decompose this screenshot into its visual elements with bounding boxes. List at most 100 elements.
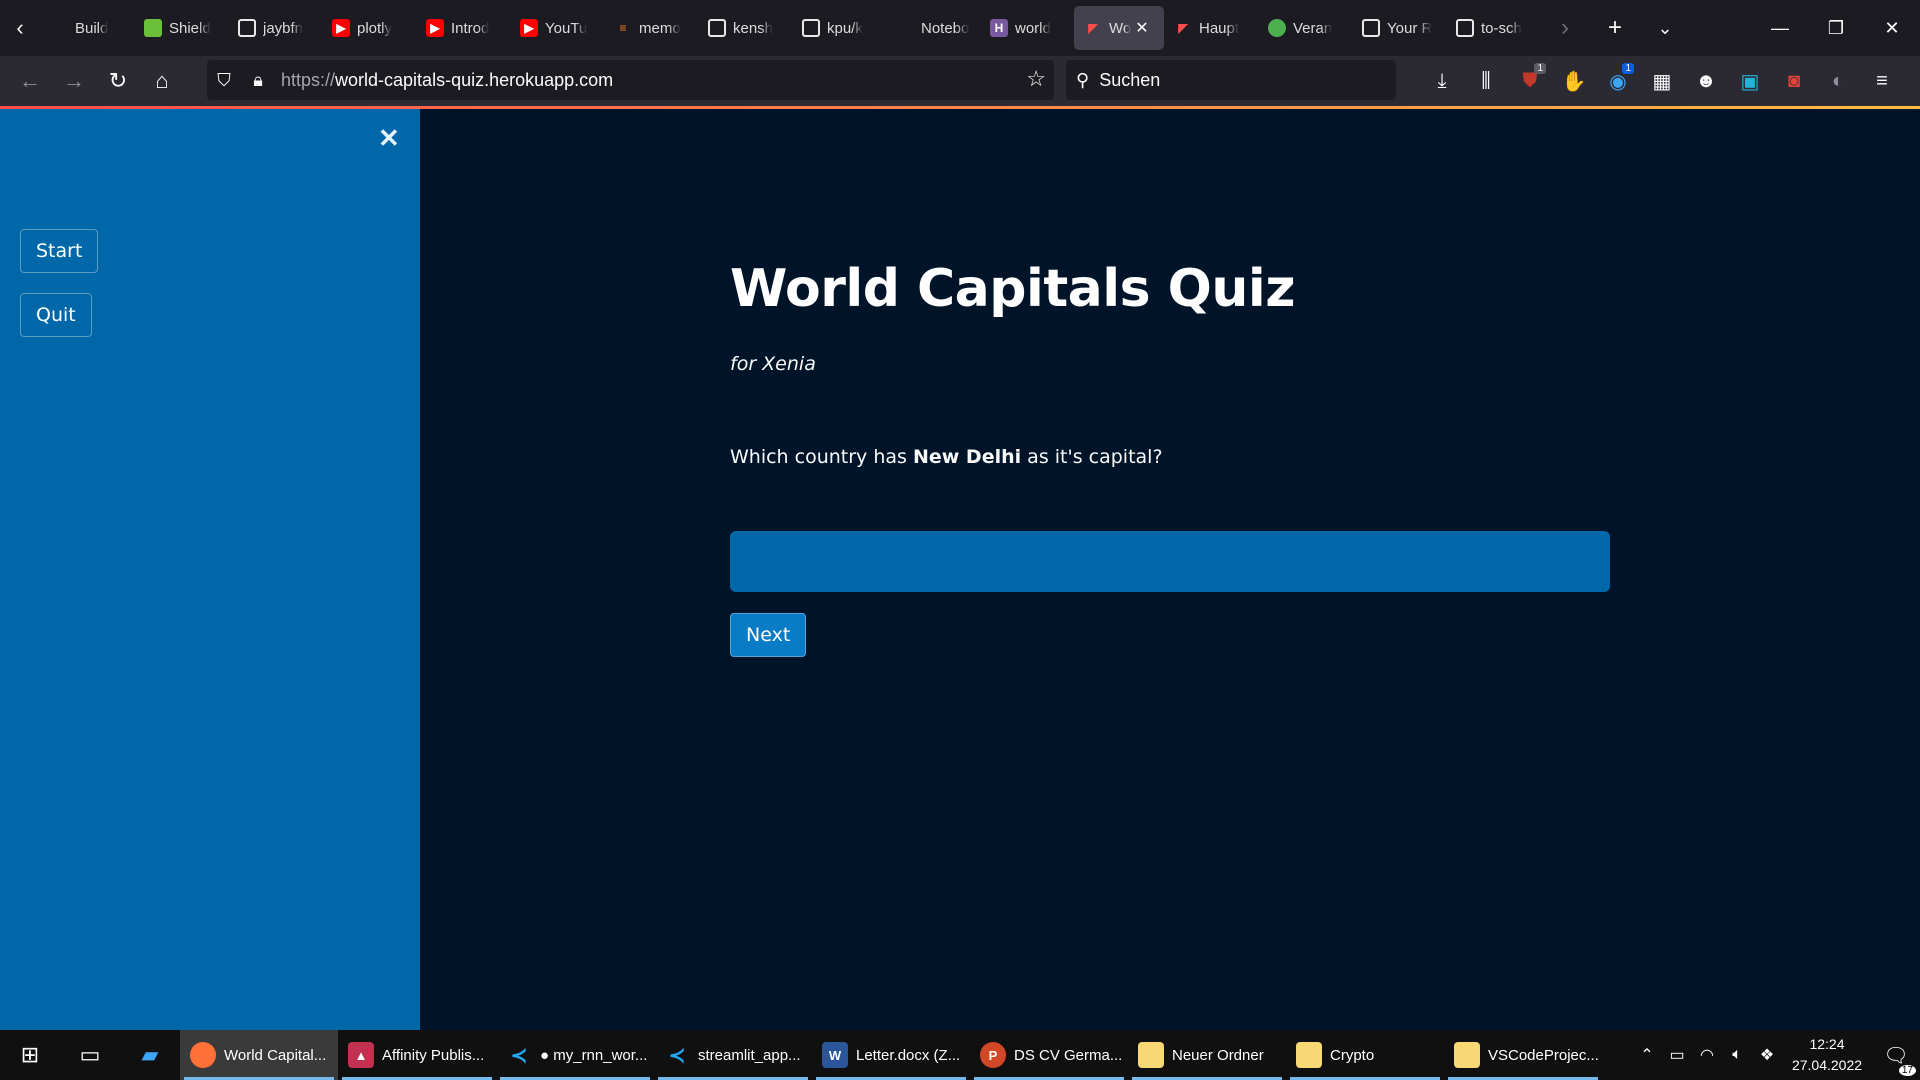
toolbar-extensions: ⤓ ⫼ ⛊ 1 ✋ ◉ 1 ▦ ☻ ▣ ◙ ◐ ≡ bbox=[1420, 56, 1904, 106]
home-icon[interactable]: ⌂ bbox=[140, 61, 184, 101]
taskbar-app-affinity[interactable]: ▲ Affinity Publis... bbox=[338, 1030, 496, 1080]
github-icon bbox=[1362, 19, 1380, 37]
library-icon[interactable]: ⫼ bbox=[1464, 61, 1508, 101]
github-icon bbox=[802, 19, 820, 37]
list-all-tabs-icon[interactable]: ⌄ bbox=[1640, 0, 1690, 56]
tab-to-sch[interactable]: to-sch bbox=[1446, 6, 1540, 50]
taskbar-app-vscode-rnn[interactable]: ≺ ● my_rnn_wor... bbox=[496, 1030, 654, 1080]
web-page: ✕ Start Quit World Capitals Quiz for Xen… bbox=[0, 109, 1920, 1030]
close-sidebar-icon[interactable]: ✕ bbox=[378, 123, 400, 154]
pinned-app-icon[interactable]: ▰ bbox=[120, 1030, 180, 1080]
sidebar: ✕ Start Quit bbox=[0, 109, 420, 1030]
firefox-icon bbox=[190, 1042, 216, 1068]
tab-scroll-right-icon[interactable]: › bbox=[1540, 0, 1590, 56]
extension-user-icon[interactable]: ☻ bbox=[1684, 61, 1728, 101]
extension-grid-icon[interactable]: ▦ bbox=[1640, 61, 1684, 101]
folder-icon bbox=[1138, 1042, 1164, 1068]
quit-button[interactable]: Quit bbox=[20, 293, 92, 337]
back-icon[interactable]: ← bbox=[8, 61, 52, 101]
tab-kensh[interactable]: kensh bbox=[698, 6, 792, 50]
youtube-icon: ▶ bbox=[520, 19, 538, 37]
github-icon bbox=[1456, 19, 1474, 37]
taskbar-app-firefox[interactable]: World Capital... bbox=[180, 1030, 338, 1080]
reload-icon[interactable]: ↻ bbox=[96, 61, 140, 101]
chevron-up-icon[interactable]: ⌃ bbox=[1632, 1045, 1662, 1065]
nav-toolbar: ← → ↻ ⌂ ⛉ 🔒︎ https://world-capitals-quiz… bbox=[0, 56, 1920, 106]
ublock-icon[interactable]: ⛊ 1 bbox=[1508, 61, 1552, 101]
taskbar-app-folder-crypto[interactable]: Crypto bbox=[1286, 1030, 1444, 1080]
clock-time: 12:24 bbox=[1809, 1036, 1845, 1052]
question-suffix: as it's capital? bbox=[1021, 446, 1163, 468]
extension-teal-icon[interactable]: ▣ bbox=[1728, 61, 1772, 101]
answer-input[interactable] bbox=[730, 531, 1610, 592]
tab-introd[interactable]: ▶ Introd bbox=[416, 6, 510, 50]
tab-memo[interactable]: ≡ memo bbox=[604, 6, 698, 50]
tab-your-r[interactable]: Your R bbox=[1352, 6, 1446, 50]
notification-center-icon[interactable]: 🗨︎ 17 bbox=[1872, 1043, 1920, 1076]
taskbar: ⊞ ▭ ▰ World Capital... ▲ Affinity Publis.… bbox=[0, 1030, 1920, 1080]
hamburger-menu-icon[interactable]: ≡ bbox=[1860, 61, 1904, 101]
close-window-icon[interactable]: ✕ bbox=[1864, 0, 1920, 56]
new-tab-icon[interactable]: + bbox=[1590, 0, 1640, 56]
tab-notebook[interactable]: Notebook bbox=[886, 6, 980, 50]
heroku-icon: H bbox=[990, 19, 1008, 37]
url-bar[interactable]: ⛉ 🔒︎ https://world-capitals-quiz.herokua… bbox=[207, 60, 1054, 100]
taskbar-app-powerpoint[interactable]: P DS CV Germa... bbox=[970, 1030, 1128, 1080]
tab-build[interactable]: Build bbox=[40, 6, 134, 50]
tab-world-capitals-active[interactable]: ◤ Wo ✕ bbox=[1074, 6, 1164, 50]
vscode-icon: ≺ bbox=[668, 1044, 686, 1067]
lock-icon[interactable]: 🔒︎ bbox=[241, 70, 275, 91]
blank-icon bbox=[50, 19, 68, 37]
shield-favicon-icon bbox=[144, 19, 162, 37]
taskbar-app-word[interactable]: W Letter.docx (Z... bbox=[812, 1030, 970, 1080]
tab-list: Build Shield jaybfn ▶ plotly ▶ Introd ▶ You… bbox=[40, 0, 1540, 56]
screenshot-icon[interactable]: ◙ bbox=[1772, 61, 1816, 101]
restore-icon[interactable]: ❐ bbox=[1808, 0, 1864, 56]
streamlit-icon: ◤ bbox=[1088, 21, 1098, 35]
word-icon: W bbox=[822, 1042, 848, 1068]
shield-icon[interactable]: ⛉ bbox=[207, 70, 241, 91]
volume-icon[interactable]: 🔈︎ bbox=[1722, 1046, 1752, 1064]
tab-scroll-left-icon[interactable]: ‹ bbox=[0, 0, 40, 56]
quiz-question: Which country has New Delhi as it's capi… bbox=[730, 446, 1163, 468]
next-button[interactable]: Next bbox=[730, 613, 807, 657]
folder-icon bbox=[1454, 1042, 1480, 1068]
question-prefix: Which country has bbox=[730, 446, 913, 468]
powerpoint-icon: P bbox=[980, 1042, 1006, 1068]
taskbar-app-folder-vscode[interactable]: VSCodeProjec... bbox=[1444, 1030, 1602, 1080]
minimize-icon[interactable]: — bbox=[1752, 0, 1808, 56]
downloads-icon[interactable]: ⤓ bbox=[1420, 61, 1464, 101]
clock[interactable]: 12:24 27.04.2022 bbox=[1782, 1034, 1872, 1076]
page-title: World Capitals Quiz bbox=[730, 259, 1295, 319]
forward-icon[interactable]: → bbox=[52, 61, 96, 101]
battery-icon[interactable]: ▭ bbox=[1662, 1045, 1692, 1065]
tab-youtube[interactable]: ▶ YouTu bbox=[510, 6, 604, 50]
page-subtitle: for Xenia bbox=[730, 353, 816, 375]
window-controls: — ❐ ✕ bbox=[1752, 0, 1920, 56]
search-bar[interactable]: ⚲ Suchen bbox=[1066, 60, 1396, 100]
start-button[interactable]: Start bbox=[20, 229, 99, 273]
taskbar-app-folder-neuer[interactable]: Neuer Ordner bbox=[1128, 1030, 1286, 1080]
tab-plotly[interactable]: ▶ plotly bbox=[322, 6, 416, 50]
bookmark-star-icon[interactable]: ☆ bbox=[1026, 66, 1046, 92]
url-text[interactable]: https://world-capitals-quiz.herokuapp.co… bbox=[281, 70, 613, 91]
wifi-icon[interactable]: ◠ bbox=[1692, 1045, 1722, 1065]
extension-dim-icon[interactable]: ◐ bbox=[1816, 61, 1860, 101]
youtube-icon: ▶ bbox=[332, 19, 350, 37]
stackoverflow-icon: ≡ bbox=[619, 21, 627, 35]
tab-veran[interactable]: Veran bbox=[1258, 6, 1352, 50]
tab-world[interactable]: Hworld bbox=[980, 6, 1074, 50]
tab-shield[interactable]: Shield bbox=[134, 6, 228, 50]
tab-haupt[interactable]: ◤ Haupt bbox=[1164, 6, 1258, 50]
extension-hand-icon[interactable]: ✋ bbox=[1552, 61, 1596, 101]
tab-kpu[interactable]: kpu/k bbox=[792, 6, 886, 50]
task-view-icon[interactable]: ▭ bbox=[60, 1030, 120, 1080]
windows-start-icon[interactable]: ⊞ bbox=[0, 1030, 60, 1080]
extension-blue-icon[interactable]: ◉ 1 bbox=[1596, 61, 1640, 101]
close-tab-icon[interactable]: ✕ bbox=[1135, 18, 1148, 38]
tab-jaybfn[interactable]: jaybfn bbox=[228, 6, 322, 50]
github-icon bbox=[708, 19, 726, 37]
affinity-icon: ▲ bbox=[348, 1042, 374, 1068]
dropbox-icon[interactable]: ❖ bbox=[1752, 1045, 1782, 1065]
taskbar-app-vscode-streamlit[interactable]: ≺ streamlit_app... bbox=[654, 1030, 812, 1080]
